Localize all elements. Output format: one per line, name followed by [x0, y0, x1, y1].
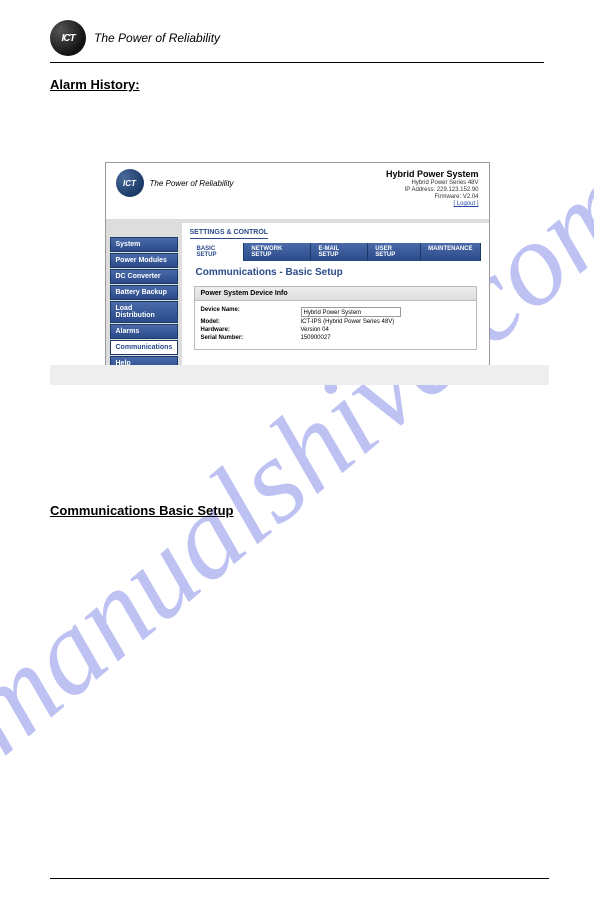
comm-basic-setup-heading: Communications Basic Setup [50, 503, 544, 518]
logout-link[interactable]: [ Logout ] [453, 201, 478, 207]
row-serial: Serial Number: 150900027 [201, 335, 470, 341]
document-page: ICT The Power of Reliability Alarm Histo… [0, 0, 594, 518]
row-value: 150900027 [301, 335, 470, 341]
ss-system-title: Hybrid Power System [386, 169, 479, 180]
settings-control-label: SETTINGS & CONTROL [190, 229, 269, 239]
tab-user-setup[interactable]: USER SETUP [368, 243, 421, 261]
tab-basic-setup[interactable]: BASIC SETUP [190, 243, 245, 261]
row-value: Hybrid Power System [301, 307, 470, 317]
panel-heading: Power System Device Info [195, 287, 476, 301]
grey-band [50, 365, 549, 385]
panel-body: Device Name: Hybrid Power System Model: … [195, 301, 476, 349]
tab-email-setup[interactable]: E-MAIL SETUP [311, 243, 368, 261]
row-value: Version 04 [301, 327, 470, 333]
row-label: Hardware: [201, 327, 301, 333]
sidebar-item-alarms[interactable]: Alarms [110, 324, 178, 339]
ss-system-info: Hybrid Power System Hybrid Power Series … [386, 169, 479, 209]
ss-logo-wrap: ICT The Power of Reliability [116, 169, 234, 197]
row-value: ICT-IPS (Hybrid Power Series 48V) [301, 319, 470, 325]
ict-logo: ICT [50, 20, 86, 56]
ss-info-line: Firmware: V2.04 [386, 194, 479, 201]
sidebar-item-battery-backup[interactable]: Battery Backup [110, 285, 178, 300]
sidebar-item-load-distribution[interactable]: Load Distribution [110, 301, 178, 323]
tab-network-setup[interactable]: NETWORK SETUP [244, 243, 311, 261]
device-info-panel: Power System Device Info Device Name: Hy… [194, 286, 477, 350]
sidebar-item-power-modules[interactable]: Power Modules [110, 253, 178, 268]
footer-rule [50, 878, 549, 879]
ss-logo-text: ICT [123, 179, 136, 188]
row-hardware: Hardware: Version 04 [201, 327, 470, 333]
embedded-screenshot: ICT The Power of Reliability Hybrid Powe… [105, 162, 490, 373]
row-model: Model: ICT-IPS (Hybrid Power Series 48V) [201, 319, 470, 325]
logo-text: ICT [61, 33, 74, 44]
tab-maintenance[interactable]: MAINTENANCE [421, 243, 480, 261]
sidebar-item-dc-converter[interactable]: DC Converter [110, 269, 178, 284]
logo-tagline: The Power of Reliability [94, 31, 220, 45]
sidebar-item-system[interactable]: System [110, 237, 178, 252]
ss-logo: ICT [116, 169, 144, 197]
row-label: Serial Number: [201, 335, 301, 341]
ss-tagline: The Power of Reliability [150, 179, 234, 188]
ss-page-title: Communications - Basic Setup [190, 261, 481, 286]
sidebar-item-communications[interactable]: Communications [110, 340, 178, 355]
ss-main: SETTINGS & CONTROL BASIC SETUP NETWORK S… [182, 223, 489, 372]
row-device-name: Device Name: Hybrid Power System [201, 307, 470, 317]
alarm-history-heading: Alarm History: [50, 77, 544, 92]
ss-header: ICT The Power of Reliability Hybrid Powe… [106, 163, 489, 219]
ss-info-line: Hybrid Power Series 48V [386, 180, 479, 187]
row-label: Device Name: [201, 307, 301, 317]
ss-tabs: BASIC SETUP NETWORK SETUP E-MAIL SETUP U… [190, 243, 481, 261]
ss-sidebar: System Power Modules DC Converter Batter… [110, 237, 178, 372]
ss-body: System Power Modules DC Converter Batter… [106, 219, 489, 372]
device-name-input[interactable]: Hybrid Power System [301, 307, 401, 317]
page-header: ICT The Power of Reliability [50, 20, 544, 63]
row-label: Model: [201, 319, 301, 325]
ss-info-line: IP Address: 229.123.152.90 [386, 187, 479, 194]
